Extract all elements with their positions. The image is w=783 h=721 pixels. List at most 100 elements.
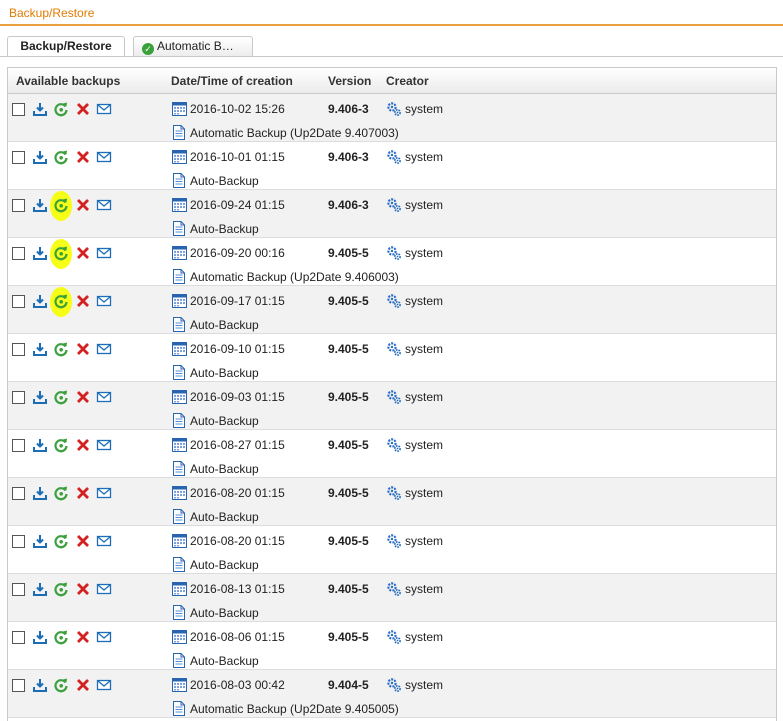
delete-icon[interactable] bbox=[75, 629, 91, 645]
mail-icon[interactable] bbox=[96, 341, 112, 357]
restore-icon[interactable] bbox=[53, 101, 69, 117]
backup-version: 9.406-3 bbox=[328, 102, 369, 116]
delete-icon[interactable] bbox=[75, 389, 91, 405]
restore-icon[interactable] bbox=[53, 389, 69, 405]
download-icon[interactable] bbox=[32, 581, 48, 597]
mail-icon[interactable] bbox=[96, 149, 112, 165]
delete-icon[interactable] bbox=[75, 485, 91, 501]
delete-icon[interactable] bbox=[75, 149, 91, 165]
delete-icon[interactable] bbox=[75, 533, 91, 549]
restore-icon[interactable] bbox=[53, 581, 69, 597]
delete-icon[interactable] bbox=[75, 677, 91, 693]
backup-date: 2016-09-10 01:15 bbox=[190, 342, 285, 356]
tab-automatic-backups[interactable]: ✓ Automatic B… bbox=[133, 36, 253, 57]
tab-label: Automatic B… bbox=[157, 39, 234, 53]
backup-version: 9.405-5 bbox=[328, 486, 369, 500]
download-icon[interactable] bbox=[32, 341, 48, 357]
mail-icon[interactable] bbox=[96, 677, 112, 693]
backups-table: Available backups Date/Time of creation … bbox=[7, 67, 777, 721]
restore-icon[interactable] bbox=[53, 629, 69, 645]
restore-icon[interactable] bbox=[53, 293, 69, 309]
calendar-icon bbox=[172, 389, 187, 407]
backup-comment: Automatic Backup (Up2Date 9.406003) bbox=[190, 270, 399, 284]
backup-version: 9.405-5 bbox=[328, 630, 369, 644]
row-checkbox[interactable] bbox=[12, 199, 25, 212]
table-row: 2016-08-27 01:15 9.405-5 system Auto-Bac… bbox=[8, 430, 776, 478]
row-checkbox[interactable] bbox=[12, 295, 25, 308]
backup-comment: Auto-Backup bbox=[190, 558, 259, 572]
gears-icon bbox=[386, 149, 402, 168]
mail-icon[interactable] bbox=[96, 197, 112, 213]
restore-icon[interactable] bbox=[53, 149, 69, 165]
download-icon[interactable] bbox=[32, 101, 48, 117]
mail-icon[interactable] bbox=[96, 245, 112, 261]
column-header-date[interactable]: Date/Time of creation bbox=[171, 74, 293, 88]
mail-icon[interactable] bbox=[96, 485, 112, 501]
backup-version: 9.405-5 bbox=[328, 438, 369, 452]
tab-backup-restore[interactable]: Backup/Restore bbox=[7, 36, 125, 57]
row-checkbox[interactable] bbox=[12, 103, 25, 116]
mail-icon[interactable] bbox=[96, 629, 112, 645]
delete-icon[interactable] bbox=[75, 437, 91, 453]
delete-icon[interactable] bbox=[75, 293, 91, 309]
download-icon[interactable] bbox=[32, 629, 48, 645]
delete-icon[interactable] bbox=[75, 581, 91, 597]
calendar-icon bbox=[172, 437, 187, 455]
backup-version: 9.405-5 bbox=[328, 534, 369, 548]
column-header-version[interactable]: Version bbox=[328, 74, 371, 88]
download-icon[interactable] bbox=[32, 389, 48, 405]
row-checkbox[interactable] bbox=[12, 343, 25, 356]
restore-icon[interactable] bbox=[53, 197, 69, 213]
row-checkbox[interactable] bbox=[12, 151, 25, 164]
download-icon[interactable] bbox=[32, 149, 48, 165]
backup-date: 2016-08-03 00:42 bbox=[190, 678, 285, 692]
row-checkbox[interactable] bbox=[12, 631, 25, 644]
mail-icon[interactable] bbox=[96, 437, 112, 453]
row-checkbox[interactable] bbox=[12, 535, 25, 548]
download-icon[interactable] bbox=[32, 533, 48, 549]
row-checkbox[interactable] bbox=[12, 439, 25, 452]
mail-icon[interactable] bbox=[96, 293, 112, 309]
download-icon[interactable] bbox=[32, 293, 48, 309]
download-icon[interactable] bbox=[32, 197, 48, 213]
restore-icon[interactable] bbox=[53, 245, 69, 261]
restore-icon[interactable] bbox=[53, 485, 69, 501]
gears-icon bbox=[386, 533, 402, 552]
restore-icon[interactable] bbox=[53, 437, 69, 453]
row-checkbox[interactable] bbox=[12, 247, 25, 260]
delete-icon[interactable] bbox=[75, 197, 91, 213]
document-icon bbox=[172, 365, 186, 383]
mail-icon[interactable] bbox=[96, 389, 112, 405]
mail-icon[interactable] bbox=[96, 581, 112, 597]
backup-date: 2016-09-20 00:16 bbox=[190, 246, 285, 260]
table-row: 2016-08-20 01:15 9.405-5 system Auto-Bac… bbox=[8, 478, 776, 526]
delete-icon[interactable] bbox=[75, 245, 91, 261]
row-checkbox[interactable] bbox=[12, 391, 25, 404]
gears-icon bbox=[386, 389, 402, 408]
row-checkbox[interactable] bbox=[12, 679, 25, 692]
backup-comment: Auto-Backup bbox=[190, 654, 259, 668]
table-row: 2016-10-02 15:26 9.406-3 system Automati… bbox=[8, 94, 776, 142]
delete-icon[interactable] bbox=[75, 101, 91, 117]
restore-icon[interactable] bbox=[53, 341, 69, 357]
download-icon[interactable] bbox=[32, 245, 48, 261]
column-header-available-backups[interactable]: Available backups bbox=[16, 74, 120, 88]
download-icon[interactable] bbox=[32, 677, 48, 693]
table-row: 2016-09-24 01:15 9.406-3 system Auto-Bac… bbox=[8, 190, 776, 238]
backup-version: 9.405-5 bbox=[328, 294, 369, 308]
backup-version: 9.406-3 bbox=[328, 150, 369, 164]
mail-icon[interactable] bbox=[96, 533, 112, 549]
download-icon[interactable] bbox=[32, 485, 48, 501]
tab-label: Backup/Restore bbox=[20, 39, 112, 53]
delete-icon[interactable] bbox=[75, 341, 91, 357]
document-icon bbox=[172, 605, 186, 623]
restore-icon[interactable] bbox=[53, 677, 69, 693]
mail-icon[interactable] bbox=[96, 101, 112, 117]
backup-creator: system bbox=[405, 678, 444, 692]
row-checkbox[interactable] bbox=[12, 487, 25, 500]
column-header-creator[interactable]: Creator bbox=[386, 74, 429, 88]
download-icon[interactable] bbox=[32, 437, 48, 453]
row-checkbox[interactable] bbox=[12, 583, 25, 596]
backup-date: 2016-10-02 15:26 bbox=[190, 102, 285, 116]
restore-icon[interactable] bbox=[53, 533, 69, 549]
